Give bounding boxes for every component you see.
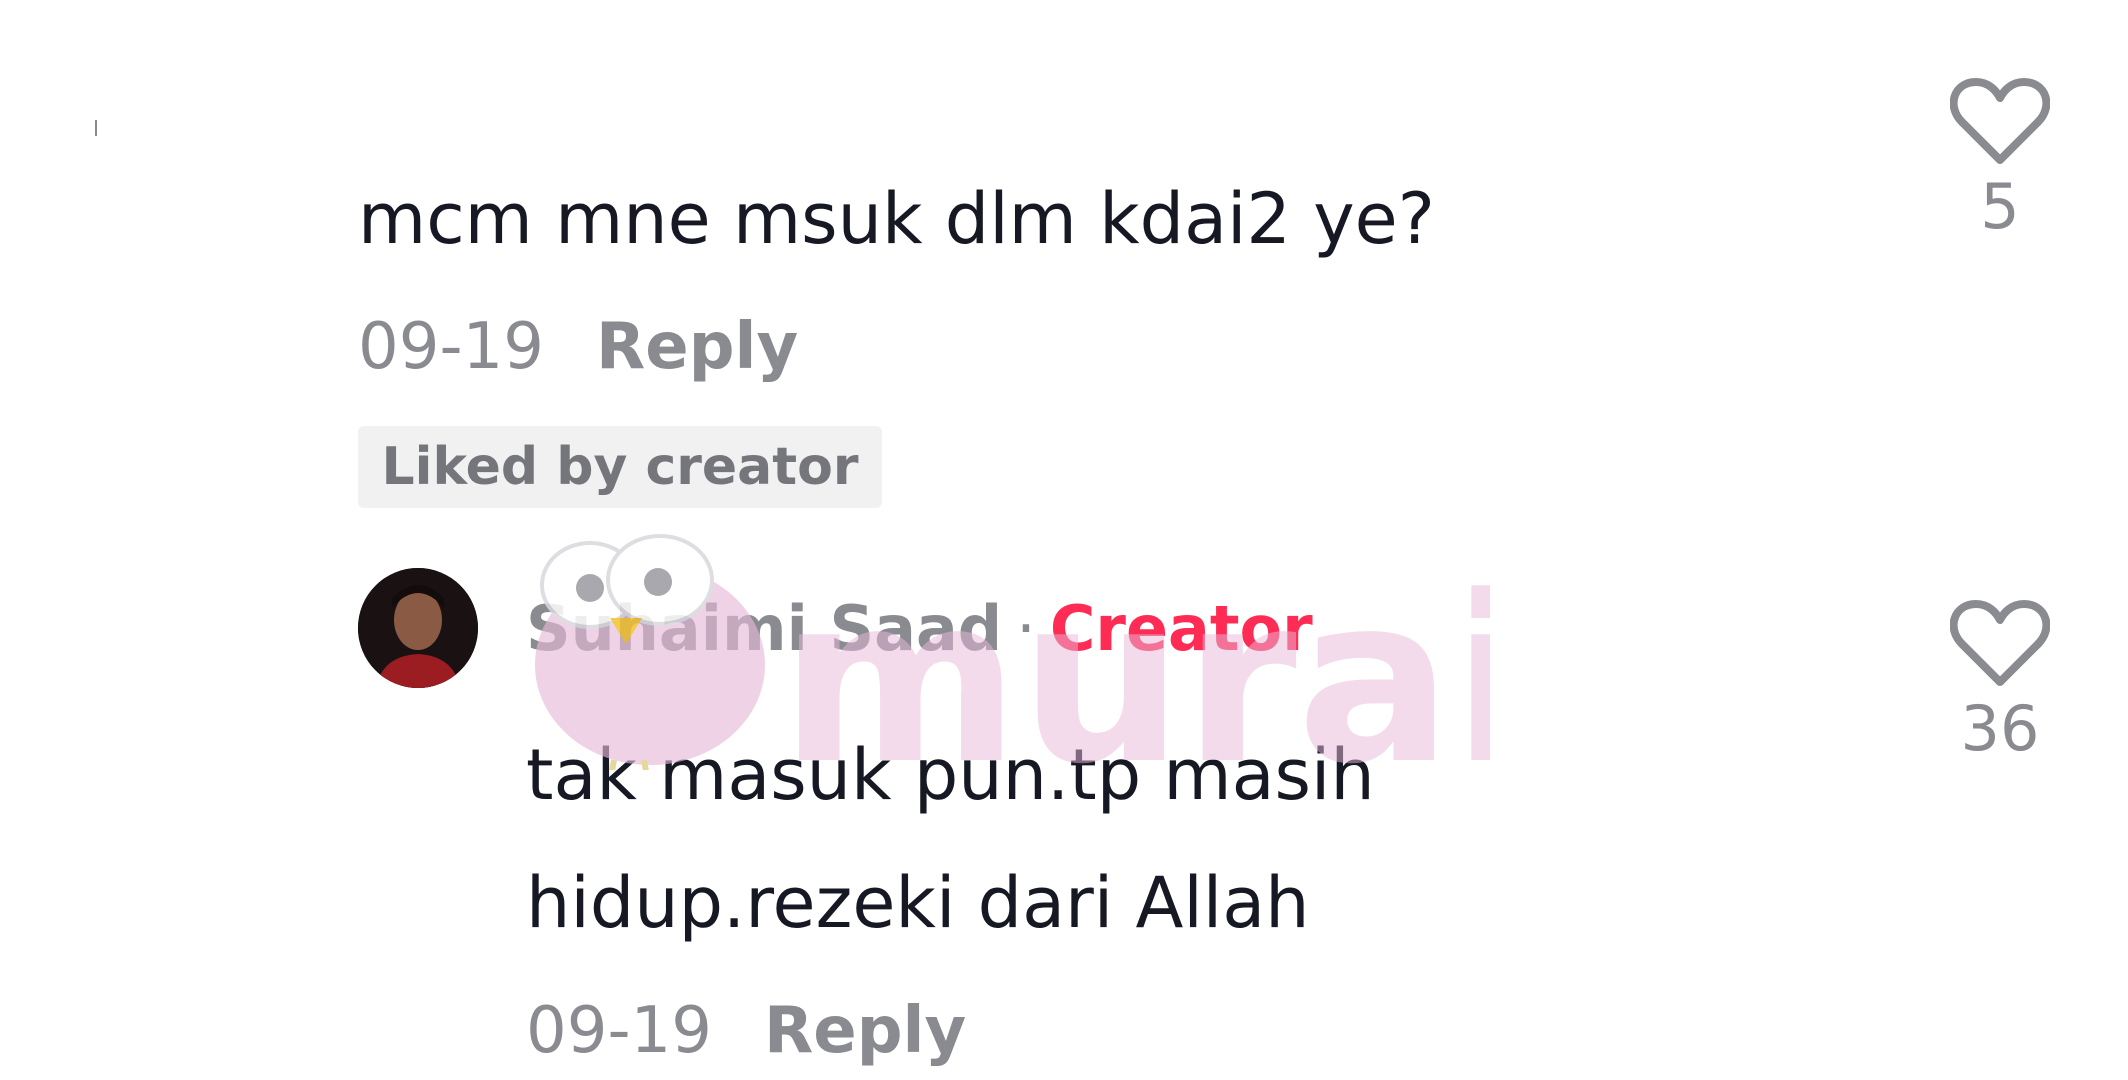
like-count: 5 bbox=[1980, 170, 2020, 243]
reply-like-count: 36 bbox=[1960, 692, 2040, 765]
user-avatar-image bbox=[358, 568, 478, 688]
comment-text: mcm mne msuk dlm kdai2 ye? bbox=[358, 178, 1435, 260]
liked-by-creator-badge: Liked by creator bbox=[358, 426, 882, 508]
reply-button[interactable]: Reply bbox=[596, 310, 798, 384]
reply-reply-button[interactable]: Reply bbox=[764, 994, 966, 1068]
reply-date: 09-19 bbox=[526, 994, 712, 1068]
avatar[interactable] bbox=[358, 568, 478, 688]
liked-by-creator-label: Liked by creator bbox=[381, 437, 859, 497]
like-control[interactable]: 5 bbox=[1930, 76, 2070, 238]
heart-outline-icon[interactable] bbox=[1950, 76, 2050, 166]
reply-like-control[interactable]: 36 bbox=[1930, 598, 2070, 760]
creator-badge: Creator bbox=[1049, 592, 1313, 665]
reply-author-name[interactable]: Suhaimi Saad bbox=[526, 592, 1002, 665]
scroll-indicator bbox=[95, 120, 97, 136]
reply-text-line-1: tak masuk pun.tp masih bbox=[526, 734, 1375, 816]
comment-date: 09-19 bbox=[358, 310, 544, 384]
heart-outline-icon[interactable] bbox=[1950, 598, 2050, 688]
reply-author-line: Suhaimi Saad · Creator bbox=[526, 592, 1313, 665]
author-separator: · bbox=[1016, 592, 1036, 665]
reply-text-line-2: hidup.rezeki dari Allah bbox=[526, 862, 1310, 944]
